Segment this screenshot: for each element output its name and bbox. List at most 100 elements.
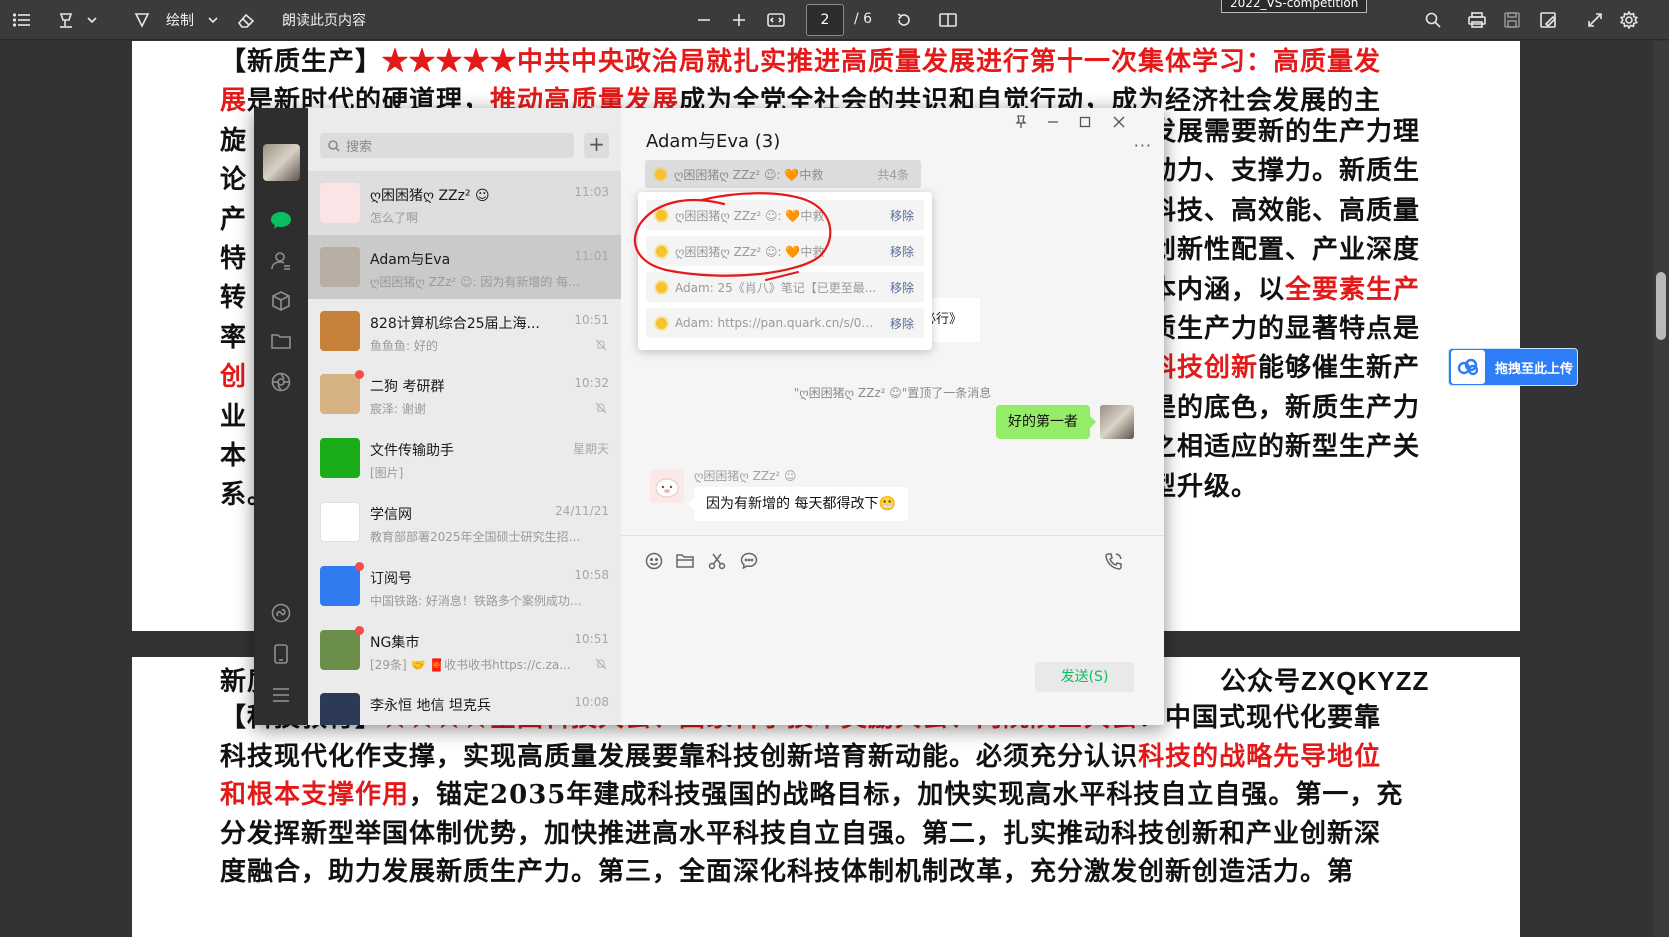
mute-bell-icon <box>595 339 607 350</box>
pdf-text-run: 发展需要新的生产力理 <box>1150 117 1421 147</box>
chat-name: 订阅号 <box>370 570 412 587</box>
remove-pin-button[interactable]: 移除 <box>890 207 914 224</box>
pinned-messages-bar[interactable]: ღ困困猪ღ ZZz² ☺: 🧡中救 共4条 <box>645 160 921 188</box>
file-folder-icon[interactable] <box>674 550 696 572</box>
remove-pin-button[interactable]: 移除 <box>890 279 914 296</box>
pdf-text-run: 本内涵，以 <box>1150 274 1286 305</box>
pdf-text-run: 科技创新 <box>706 741 815 772</box>
chat-list-item[interactable]: 文件传输助手 星期天 [图片] <box>308 426 621 490</box>
phone-icon[interactable] <box>269 642 293 666</box>
outline-icon[interactable] <box>10 8 34 32</box>
minimize-icon[interactable] <box>1039 111 1067 133</box>
close-icon[interactable] <box>1105 111 1133 133</box>
zoom-in-icon[interactable] <box>727 8 751 32</box>
page-number-input[interactable]: 2 <box>806 4 844 36</box>
chat-name: 二狗 考研群 <box>370 379 445 396</box>
print-icon[interactable] <box>1465 8 1489 32</box>
page-view-icon[interactable] <box>936 8 960 32</box>
pin-window-icon[interactable] <box>1007 111 1035 133</box>
screenshot-scissors-icon[interactable] <box>706 550 728 572</box>
emoji-icon[interactable] <box>643 550 665 572</box>
chat-list-item[interactable]: 订阅号 10:58 中国铁路: 好消息！铁路多个案例成功入... <box>308 554 621 618</box>
chat-list-item[interactable]: 李永恒 地信 坦克兵 10:08 <box>308 681 621 725</box>
pinned-message-item[interactable]: Adam: 25《肖八》笔记【已更至最... 移除 <box>646 272 924 302</box>
pdf-text-run: 分发挥新型举国体制优势 <box>220 818 518 849</box>
chat-icon[interactable] <box>269 208 293 232</box>
draw-icon[interactable] <box>130 8 154 32</box>
pdf-text-run: 质生产力的显著特点是 <box>1150 314 1421 344</box>
chat-list-item[interactable]: Adam与Eva 11:01 ღ困困猪ღ ZZz² ☺: 因为有新增的 每天... <box>308 234 621 299</box>
highlight-icon[interactable] <box>54 8 78 32</box>
my-message-bubble[interactable]: 好的第一者 <box>996 405 1096 439</box>
pinned-message-item[interactable]: ღ困困猪ღ ZZz² ☺: 🧡中救 移除 <box>646 236 924 266</box>
message-input-area[interactable]: 发送(S) <box>621 535 1164 725</box>
scrollbar-track[interactable] <box>1653 41 1669 937</box>
voice-call-icon[interactable] <box>1103 550 1125 572</box>
pdf-text-line: 型升级。 <box>1150 466 1258 503</box>
highlight-chevron-down-icon[interactable] <box>84 8 100 32</box>
chat-preview: 怎么了啊 <box>370 211 419 225</box>
fit-width-icon[interactable] <box>764 8 788 32</box>
drag-upload-button[interactable]: 拖拽至此上传 <box>1448 348 1578 386</box>
fullscreen-icon[interactable] <box>1583 8 1607 32</box>
pdf-text-line: 科技、高效能、高质量 <box>1150 190 1420 227</box>
unread-dot <box>355 625 364 635</box>
draw-button[interactable]: 绘制 <box>160 8 200 32</box>
favorites-cube-icon[interactable] <box>269 289 293 313</box>
save-icon[interactable] <box>1500 8 1524 32</box>
add-button[interactable]: + <box>584 133 609 158</box>
mute-bell-icon <box>595 403 607 414</box>
pdf-text-run: 论 <box>220 165 248 196</box>
chat-name: ღ困困猪ღ ZZz² ☺ <box>370 188 490 204</box>
avatar[interactable] <box>263 144 300 181</box>
chat-preview: 中国铁路: 好消息！铁路多个案例成功入... <box>370 593 590 608</box>
sender-avatar[interactable] <box>650 469 684 503</box>
chat-name: 828计算机综合25届上海... <box>370 315 540 332</box>
maximize-icon[interactable] <box>1071 111 1099 133</box>
more-options-icon[interactable]: ··· <box>1134 136 1152 155</box>
save-as-icon[interactable] <box>1536 8 1560 32</box>
pdf-text-line: 创 <box>220 356 247 393</box>
pdf-text-run: ，锚定2035年建成科技强国的战略目标，加快实现高水平科技自立自强。第一， <box>409 780 1377 810</box>
chat-list-item[interactable]: NG集市 10:51 [29条] 🤝 🧧收书收书https://c.za... <box>308 618 621 682</box>
pinned-messages-popup: ღ困困猪ღ ZZz² ☺: 🧡中救 移除 ღ困困猪ღ ZZz² ☺: 🧡中救 移除 Ad… <box>638 192 932 350</box>
chat-list-item[interactable]: 二狗 考研群 10:32 宸泽: 谢谢 <box>308 362 621 426</box>
search-input[interactable]: 搜索 <box>320 133 574 158</box>
read-aloud-button[interactable]: 朗读此页内容 <box>278 8 370 32</box>
contacts-icon[interactable] <box>269 249 293 273</box>
chat-list-item[interactable]: 828计算机综合25届上海... 10:51 鱼鱼鱼: 好的 <box>308 299 621 363</box>
chat-name: Adam与Eva <box>370 251 451 268</box>
search-icon[interactable] <box>1421 8 1445 32</box>
remove-pin-button[interactable]: 移除 <box>890 315 914 332</box>
pdf-text-line: 【新质生产】★★★★★中共中央政治局就扎实推进高质量发展进行第十一次集体学习：高… <box>220 41 1381 78</box>
pdf-text-run: 展 <box>220 86 248 117</box>
chat-list-item[interactable]: 学信网 24/11/21 教育部部署2025年全国硕士研究生招生... <box>308 490 621 554</box>
mini-program-icon[interactable] <box>269 601 293 625</box>
pdf-text-run: 创新性配置、产业深度 <box>1150 235 1421 266</box>
chat-history-icon[interactable] <box>738 550 760 572</box>
rotate-icon[interactable] <box>892 8 916 32</box>
eraser-icon[interactable] <box>234 8 258 32</box>
received-message-bubble[interactable]: 因为有新增的 每天都得改下😬 <box>688 487 908 521</box>
pinned-message-item[interactable]: Adam: https://pan.quark.cn/s/07e... 移除 <box>646 308 924 338</box>
pdf-text-run: 科技的战略先导地位 <box>1138 741 1382 772</box>
pdf-text-line: 质生产力的显著特点是 <box>1150 308 1420 345</box>
folder-icon[interactable] <box>269 329 293 353</box>
pinned-message-text: Adam: https://pan.quark.cn/s/07e... <box>675 316 880 330</box>
zoom-out-icon[interactable] <box>692 8 716 32</box>
chat-list-item[interactable]: ღ困困猪ღ ZZz² ☺ 11:03 怎么了啊 <box>308 171 621 235</box>
draw-chevron-down-icon[interactable] <box>205 8 221 32</box>
chat-panel: Adam与Eva (3) ··· ღ困困猪ღ ZZz² ☺: 🧡中救 共4条 必… <box>621 108 1164 725</box>
send-button[interactable]: 发送(S) <box>1035 662 1134 692</box>
pdf-text-line: 科技现代化作支撑，实现高质量发展要靠科技创新培育新动能。必须充分认识科技的战略先… <box>220 736 1381 773</box>
chat-time: 10:32 <box>574 376 609 391</box>
my-avatar[interactable] <box>1100 405 1134 439</box>
remove-pin-button[interactable]: 移除 <box>890 243 914 260</box>
settings-gear-icon[interactable] <box>1617 8 1641 32</box>
menu-icon[interactable] <box>269 683 293 707</box>
pdf-text-line: 业 <box>220 396 247 433</box>
pinned-message-item[interactable]: ღ困困猪ღ ZZz² ☺: 🧡中救 移除 <box>646 200 924 230</box>
scrollbar-thumb[interactable] <box>1656 272 1666 340</box>
moments-aperture-icon[interactable] <box>269 370 293 394</box>
pdf-text-line: 特 <box>220 238 247 275</box>
